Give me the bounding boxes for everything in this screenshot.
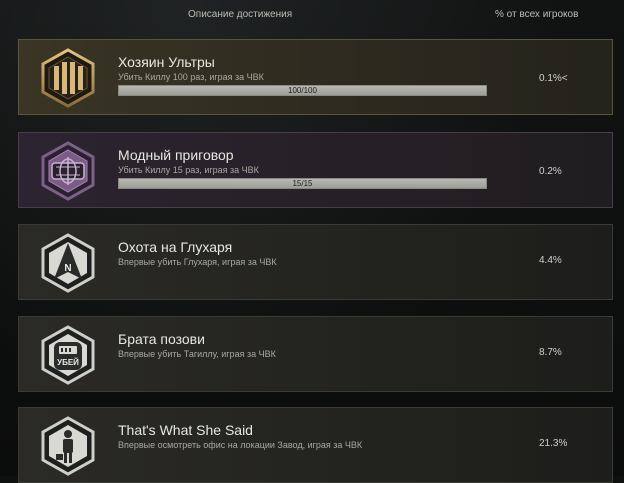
achievement-description: Впервые убить Тагиллу, играя за ЧВК [118, 349, 276, 359]
table-header: Описание достижения % от всех игроков [0, 0, 624, 30]
compass-letter: N [64, 263, 71, 274]
achievement-row[interactable]: Модный приговор Убить Киллу 15 раз, игра… [18, 132, 613, 208]
mask-icon: УБЕЙ [38, 325, 98, 385]
achievement-description: Убить Киллу 15 раз, играя за ЧВК [118, 165, 259, 175]
progress-text: 100/100 [288, 86, 317, 95]
achievement-title: Брата позови [118, 331, 205, 347]
achievement-percent: 0.1%< [539, 73, 568, 84]
mask-letter: УБЕЙ [57, 358, 79, 367]
achievement-title: Охота на Глухаря [118, 239, 233, 255]
achievement-percent: 8.7% [539, 347, 562, 358]
achievement-row[interactable]: Хозяин Ультры Убить Киллу 100 раз, играя… [18, 39, 613, 115]
achievement-title: Модный приговор [118, 147, 234, 163]
column-header-description: Описание достижения [188, 9, 293, 20]
achievement-progress-bar: 15/15 [118, 178, 487, 189]
achievement-percent: 0.2% [539, 166, 562, 177]
gold-bars-icon [38, 48, 98, 108]
progress-text: 15/15 [292, 179, 313, 188]
achievement-row[interactable]: That's What She Said Впервые осмотреть о… [18, 407, 613, 483]
achievement-title: That's What She Said [118, 422, 253, 438]
compass-n-icon: N [38, 233, 98, 293]
column-header-percent: % от всех игроков [495, 9, 579, 20]
office-worker-icon [38, 416, 98, 476]
achievement-row[interactable]: N Охота на Глухаря Впервые убить Глухаря… [18, 224, 613, 300]
achievement-row[interactable]: УБЕЙ Брата позови Впервые убить Тагиллу,… [18, 316, 613, 392]
achievement-title: Хозяин Ультры [118, 54, 215, 70]
achievement-description: Впервые убить Глухаря, играя за ЧВК [118, 257, 277, 267]
achievement-description: Убить Киллу 100 раз, играя за ЧВК [118, 72, 264, 82]
achievement-progress-bar: 100/100 [118, 85, 487, 96]
achievement-percent: 4.4% [539, 255, 562, 266]
purple-globe-icon [38, 141, 98, 201]
achievement-description: Впервые осмотреть офис на локации Завод,… [118, 440, 363, 450]
achievement-percent: 21.3% [539, 438, 568, 449]
